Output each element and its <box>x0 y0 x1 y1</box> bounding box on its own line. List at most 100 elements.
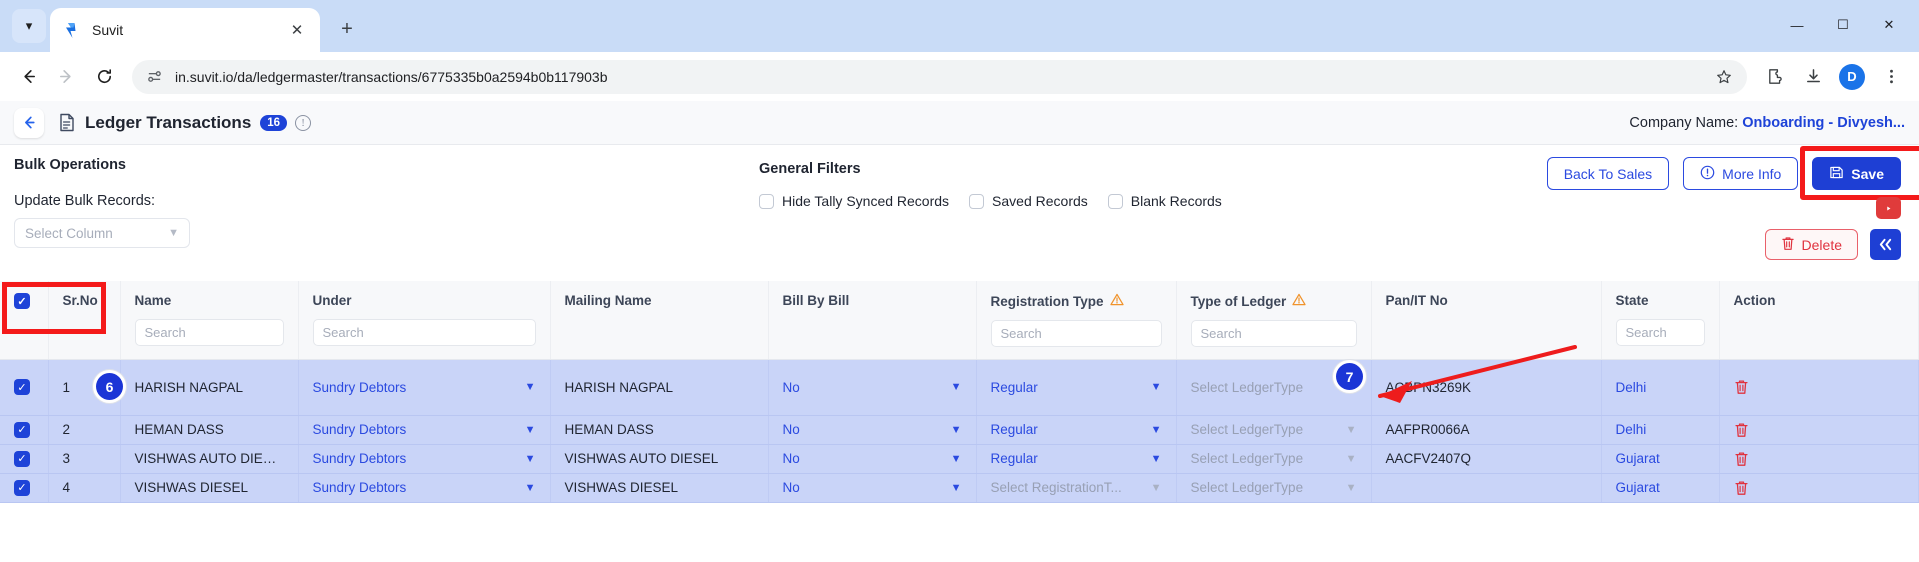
page-back-button[interactable] <box>14 107 44 138</box>
row-delete-icon[interactable] <box>1734 379 1905 395</box>
tab-search-icon[interactable]: ▾ <box>12 9 46 43</box>
cell-under[interactable]: Sundry Debtors ▼ <box>298 444 551 474</box>
checkbox-icon[interactable] <box>1107 193 1123 209</box>
cell-dropdown[interactable]: Regular ▼ <box>991 380 1162 395</box>
cell-bill-by-bill[interactable]: No ▼ <box>768 473 977 503</box>
save-button[interactable]: Save <box>1812 157 1901 190</box>
search-input-name[interactable] <box>134 319 284 346</box>
filter-saved-records[interactable]: Saved Records <box>969 193 1088 209</box>
close-icon[interactable]: ✕ <box>286 19 308 41</box>
checkbox-icon[interactable] <box>759 193 774 209</box>
youtube-help-button[interactable] <box>1876 197 1901 219</box>
cell-registration-type[interactable]: Regular ▼ <box>976 415 1177 445</box>
cell-dropdown[interactable]: Select RegistrationT... ▼ <box>991 480 1162 495</box>
cell-action <box>1719 415 1919 445</box>
minimize-icon[interactable]: — <box>1775 6 1819 44</box>
th-action: Action <box>1719 281 1919 360</box>
warning-icon <box>1292 293 1306 309</box>
delete-row: Delete <box>1764 229 1901 260</box>
cell-registration-type[interactable]: Select RegistrationT... ▼ <box>976 473 1177 503</box>
cell-dropdown[interactable]: No ▼ <box>783 451 962 466</box>
checkbox-icon[interactable] <box>969 193 985 209</box>
browser-tab[interactable]: Suvit ✕ <box>50 8 320 52</box>
cell-dropdown[interactable]: No ▼ <box>783 422 962 437</box>
cell-bill-by-bill[interactable]: No ▼ <box>768 415 977 445</box>
select-column-dropdown[interactable]: Select Column ▼ <box>14 218 190 248</box>
cell-dropdown[interactable]: Sundry Debtors ▼ <box>313 480 536 495</box>
company-name-block: Company Name: Onboarding - Divyesh... <box>1629 115 1905 131</box>
row-checkbox[interactable]: ✓ <box>14 479 30 496</box>
url-text: in.suvit.io/da/ledgermaster/transactions… <box>175 68 608 85</box>
puzzle-icon[interactable] <box>1757 59 1793 95</box>
cell-bill-by-bill[interactable]: No ▼ <box>768 359 977 416</box>
company-name-label: Company Name: <box>1629 114 1739 131</box>
row-delete-icon[interactable] <box>1734 422 1905 438</box>
row-delete-icon[interactable] <box>1734 480 1905 496</box>
search-input-type-of-ledger[interactable] <box>1190 320 1357 347</box>
cell-under[interactable]: Sundry Debtors ▼ <box>298 415 551 445</box>
cell-value: No <box>782 480 800 495</box>
cell-registration-type[interactable]: Regular ▼ <box>976 359 1177 416</box>
select-all-checkbox[interactable]: ✓ <box>14 293 30 309</box>
company-name-value[interactable]: Onboarding - Divyesh... <box>1742 115 1905 131</box>
cell-dropdown[interactable]: Select LedgerType▼ <box>1191 451 1357 466</box>
cell-type-of-ledger[interactable]: Select LedgerType ▼ <box>1176 444 1372 474</box>
profile-avatar[interactable]: D <box>1839 63 1865 90</box>
cell-bill-by-bill[interactable]: No ▼ <box>768 444 977 474</box>
row-checkbox[interactable]: ✓ <box>14 421 30 438</box>
back-to-sales-button[interactable]: Back To Sales <box>1546 157 1670 190</box>
cell-dropdown[interactable]: No ▼ <box>783 480 962 495</box>
star-icon[interactable] <box>1715 68 1733 86</box>
cell-state[interactable]: Gujarat <box>1601 473 1720 503</box>
row-delete-icon[interactable] <box>1734 451 1905 467</box>
cell-dropdown[interactable]: Regular ▼ <box>991 422 1162 437</box>
forward-icon[interactable] <box>48 59 84 95</box>
cell-value: No <box>782 379 800 395</box>
cell-under[interactable]: Sundry Debtors ▼ <box>298 359 551 416</box>
cell-type-of-ledger[interactable]: Select LedgerType ▼ <box>1176 473 1372 503</box>
cell-state[interactable]: Delhi <box>1601 359 1720 416</box>
delete-button[interactable]: Delete <box>1764 229 1858 260</box>
cell-type-of-ledger[interactable]: Select LedgerType ▼ <box>1176 415 1372 445</box>
maximize-icon[interactable]: ☐ <box>1821 6 1865 44</box>
cell-value: Select LedgerType <box>1190 422 1304 437</box>
address-bar[interactable]: in.suvit.io/da/ledgermaster/transactions… <box>132 59 1747 94</box>
cell-dropdown[interactable]: Select LedgerType▼ <box>1191 380 1357 395</box>
cell-dropdown[interactable]: Sundry Debtors ▼ <box>313 380 536 395</box>
new-tab-icon[interactable]: + <box>332 14 362 44</box>
search-input-registration-type[interactable] <box>990 320 1162 347</box>
window-close-icon[interactable]: ✕ <box>1867 6 1911 44</box>
cell-under[interactable]: Sundry Debtors ▼ <box>298 473 551 503</box>
cell-state[interactable]: Delhi <box>1601 415 1720 445</box>
chevron-down-icon: ▼ <box>1345 423 1357 436</box>
filter-hide-tally-synced[interactable]: Hide Tally Synced Records <box>759 193 949 209</box>
chevron-down-icon: ▼ <box>168 227 179 239</box>
cell-dropdown[interactable]: Select LedgerType▼ <box>1191 480 1357 495</box>
cell-dropdown[interactable]: Regular ▼ <box>991 451 1162 466</box>
th-label: Pan/IT No <box>1385 293 1448 308</box>
cell-dropdown[interactable]: Select LedgerType ▼ <box>1191 422 1357 437</box>
cell-registration-type[interactable]: Regular ▼ <box>976 444 1177 474</box>
cell-dropdown[interactable]: No ▼ <box>783 380 962 395</box>
cell-value: Sundry Debtors <box>312 422 407 437</box>
save-label: Save <box>1851 165 1884 182</box>
cell-dropdown[interactable]: Sundry Debtors ▼ <box>313 422 536 437</box>
page-title: Ledger Transactions <box>85 112 252 132</box>
back-icon[interactable] <box>10 59 46 95</box>
kebab-menu-icon[interactable] <box>1873 59 1909 95</box>
row-checkbox[interactable]: ✓ <box>14 450 30 467</box>
row-checkbox[interactable]: ✓ <box>14 379 30 395</box>
more-info-button[interactable]: More Info <box>1683 157 1799 190</box>
cell-state[interactable]: Gujarat <box>1601 444 1720 474</box>
cell-dropdown[interactable]: Sundry Debtors ▼ <box>313 451 536 466</box>
cell-value: Select LedgerType <box>1190 480 1304 495</box>
search-input-state[interactable] <box>1615 319 1705 346</box>
info-icon[interactable]: ! <box>295 114 312 131</box>
search-input-under[interactable] <box>312 319 536 346</box>
filter-blank-records[interactable]: Blank Records <box>1107 193 1222 209</box>
collapse-panel-button[interactable] <box>1870 229 1901 260</box>
update-bulk-records-label: Update Bulk Records: <box>14 193 156 209</box>
download-icon[interactable] <box>1795 59 1831 95</box>
site-settings-icon[interactable] <box>146 68 163 85</box>
reload-icon[interactable] <box>86 59 122 95</box>
